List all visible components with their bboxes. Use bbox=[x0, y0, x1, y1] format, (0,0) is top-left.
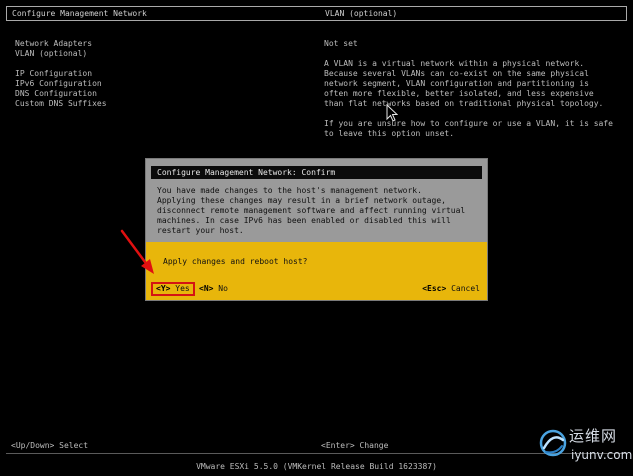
dialog-message-area: Configure Management Network: Confirm Yo… bbox=[146, 159, 487, 242]
panel-title: VLAN (optional) bbox=[325, 9, 398, 18]
yes-button[interactable]: <Y> Yes bbox=[151, 282, 195, 296]
no-label: No bbox=[213, 284, 228, 293]
dialog-title: Configure Management Network: Confirm bbox=[151, 166, 482, 179]
yes-key: <Y> bbox=[156, 284, 171, 293]
window-title: Configure Management Network bbox=[12, 9, 147, 18]
footer-divider bbox=[6, 453, 627, 454]
red-arrow-annotation-icon bbox=[120, 229, 154, 274]
esxi-dcui-screen: Configure Management Network VLAN (optio… bbox=[0, 0, 633, 476]
no-key: <N> bbox=[199, 284, 214, 293]
menu-item-dns-configuration[interactable]: DNS Configuration bbox=[15, 89, 295, 99]
cancel-label: Cancel bbox=[446, 284, 480, 293]
menu-item-ip-configuration[interactable]: IP Configuration bbox=[15, 69, 295, 79]
cancel-button[interactable]: <Esc> Cancel bbox=[422, 284, 480, 294]
dialog-actions: <Y> Yes <N> No <Esc> Cancel bbox=[151, 282, 482, 296]
description-line: Because several VLANs can co-exist on th… bbox=[324, 69, 589, 78]
confirm-dialog: Configure Management Network: Confirm Yo… bbox=[145, 158, 488, 301]
vlan-description-panel: Not set A VLAN is a virtual network with… bbox=[324, 39, 620, 139]
menu-spacer bbox=[15, 59, 295, 69]
dialog-body-line: restart your host. bbox=[157, 226, 244, 235]
dialog-question: Apply changes and reboot host? bbox=[163, 257, 308, 266]
description-line: than flat networks based on traditional … bbox=[324, 99, 604, 108]
dialog-body-line: Applying these changes may result in a b… bbox=[157, 196, 446, 205]
select-hint: <Up/Down> Select bbox=[11, 441, 89, 450]
dialog-body: You have made changes to the host's mana… bbox=[157, 186, 483, 236]
change-hint: <Enter> Change bbox=[321, 441, 389, 450]
header-bar: Configure Management Network VLAN (optio… bbox=[6, 6, 627, 21]
watermark: 运维网 iyunv.com bbox=[538, 426, 633, 470]
description-line: network segment, VLAN configuration and … bbox=[324, 79, 589, 88]
watermark-cn-text: 运维网 bbox=[569, 427, 618, 445]
watermark-domain-text: iyunv.com bbox=[571, 448, 633, 462]
menu-item-ipv6-configuration[interactable]: IPv6 Configuration bbox=[15, 79, 295, 89]
dialog-body-line: disconnect remote management software an… bbox=[157, 206, 466, 215]
yes-label: Yes bbox=[170, 284, 190, 293]
description-line: A VLAN is a virtual network within a phy… bbox=[324, 59, 585, 68]
menu-item-vlan[interactable]: VLAN (optional) bbox=[15, 49, 295, 59]
dialog-body-line: machines. In case IPv6 has been enabled … bbox=[157, 216, 451, 225]
no-button[interactable]: <N> No bbox=[199, 284, 228, 294]
cancel-key: <Esc> bbox=[422, 284, 447, 293]
description-line: If you are unsure how to configure or us… bbox=[324, 119, 613, 128]
vlan-status-value: Not set bbox=[324, 39, 358, 48]
cloud-swirl-logo-icon bbox=[539, 429, 567, 457]
network-config-menu: Network Adapters VLAN (optional) IP Conf… bbox=[15, 39, 295, 109]
mouse-cursor-icon bbox=[386, 104, 398, 122]
menu-item-network-adapters[interactable]: Network Adapters bbox=[15, 39, 295, 49]
menu-item-custom-dns-suffixes[interactable]: Custom DNS Suffixes bbox=[15, 99, 295, 109]
dialog-question-area: Apply changes and reboot host? <Y> Yes <… bbox=[146, 242, 487, 300]
description-line: often more flexible, better isolated, an… bbox=[324, 89, 594, 98]
description-line: to leave this option unset. bbox=[324, 129, 455, 138]
dialog-body-line: You have made changes to the host's mana… bbox=[157, 186, 422, 195]
